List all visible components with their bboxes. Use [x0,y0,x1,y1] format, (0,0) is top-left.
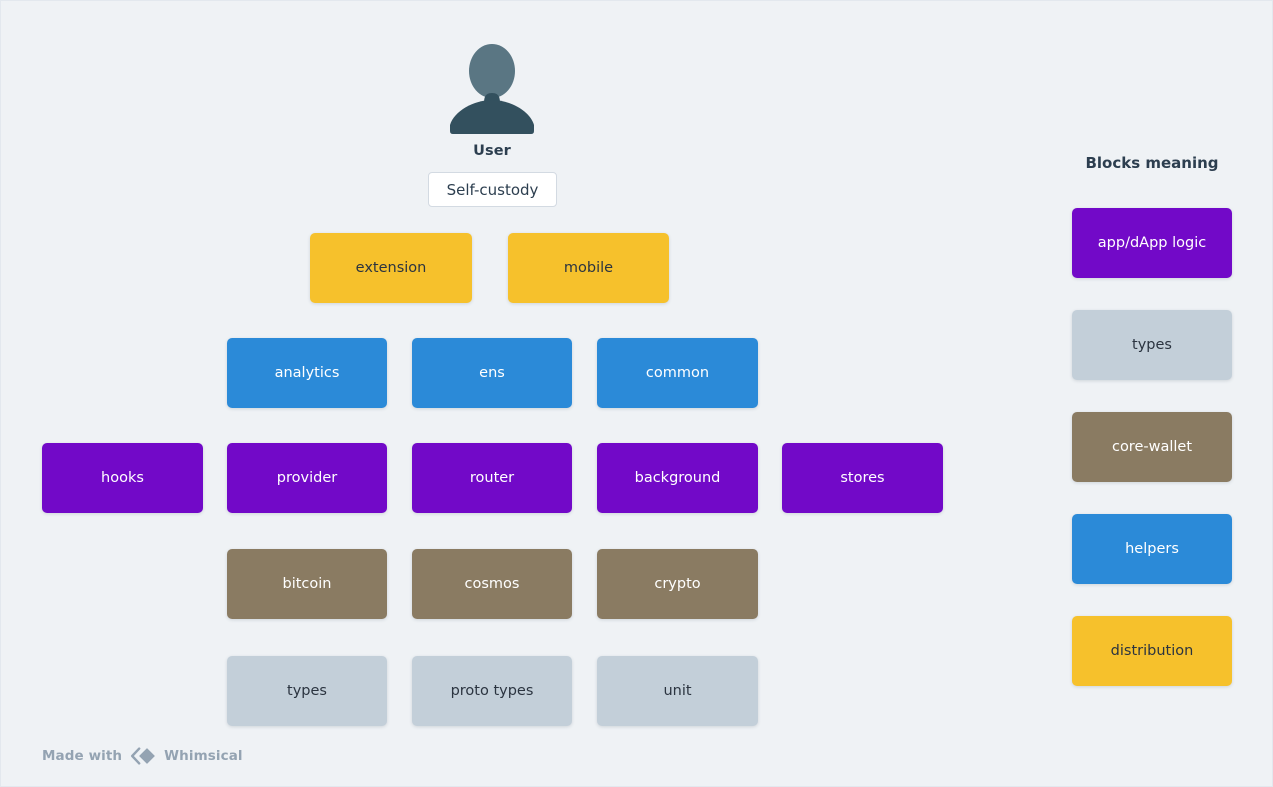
block-label: bitcoin [282,575,332,592]
legend-item-label: distribution [1110,642,1194,659]
block-label: extension [355,259,427,276]
diagram-canvas: User Self-custody extension mobile analy… [0,0,1273,787]
legend-item-app-dapp-logic[interactable]: app/dApp logic [1072,208,1232,278]
block-mobile[interactable]: mobile [508,233,669,303]
self-custody-label: Self-custody [446,180,539,199]
block-label: types [287,682,327,699]
block-label: ens [479,364,505,381]
legend-item-distribution[interactable]: distribution [1072,616,1232,686]
legend-item-types[interactable]: types [1072,310,1232,380]
block-cosmos[interactable]: cosmos [412,549,572,619]
block-label: hooks [101,469,144,486]
block-common[interactable]: common [597,338,758,408]
block-label: provider [276,469,338,486]
legend-title: Blocks meaning [1085,154,1219,172]
user-avatar-icon [444,43,540,135]
block-router[interactable]: router [412,443,572,513]
block-background[interactable]: background [597,443,758,513]
watermark-brand: Whimsical [164,748,243,764]
legend-item-core-wallet[interactable]: core-wallet [1072,412,1232,482]
self-custody-node[interactable]: Self-custody [428,172,557,207]
user-label: User [473,143,511,159]
block-label: background [634,469,721,486]
block-proto-types[interactable]: proto types [412,656,572,726]
block-label: crypto [654,575,701,592]
block-extension[interactable]: extension [310,233,472,303]
block-hooks[interactable]: hooks [42,443,203,513]
legend-item-label: app/dApp logic [1097,234,1207,251]
block-label: router [469,469,515,486]
block-unit[interactable]: unit [597,656,758,726]
block-ens[interactable]: ens [412,338,572,408]
legend-item-helpers[interactable]: helpers [1072,514,1232,584]
block-provider[interactable]: provider [227,443,387,513]
block-label: cosmos [464,575,520,592]
watermark-prefix: Made with [42,748,123,764]
block-types[interactable]: types [227,656,387,726]
legend-item-label: core-wallet [1111,438,1193,455]
block-label: unit [663,682,692,699]
block-label: mobile [563,259,614,276]
whimsical-watermark[interactable]: Made with Whimsical [42,746,243,766]
block-label: analytics [274,364,340,381]
block-bitcoin[interactable]: bitcoin [227,549,387,619]
block-label: common [645,364,710,381]
whimsical-logo-icon [129,746,157,766]
block-label: proto types [450,682,534,699]
legend-item-label: helpers [1125,540,1179,557]
block-stores[interactable]: stores [782,443,943,513]
legend-item-label: types [1132,336,1172,353]
block-analytics[interactable]: analytics [227,338,387,408]
block-label: stores [840,469,885,486]
block-crypto[interactable]: crypto [597,549,758,619]
